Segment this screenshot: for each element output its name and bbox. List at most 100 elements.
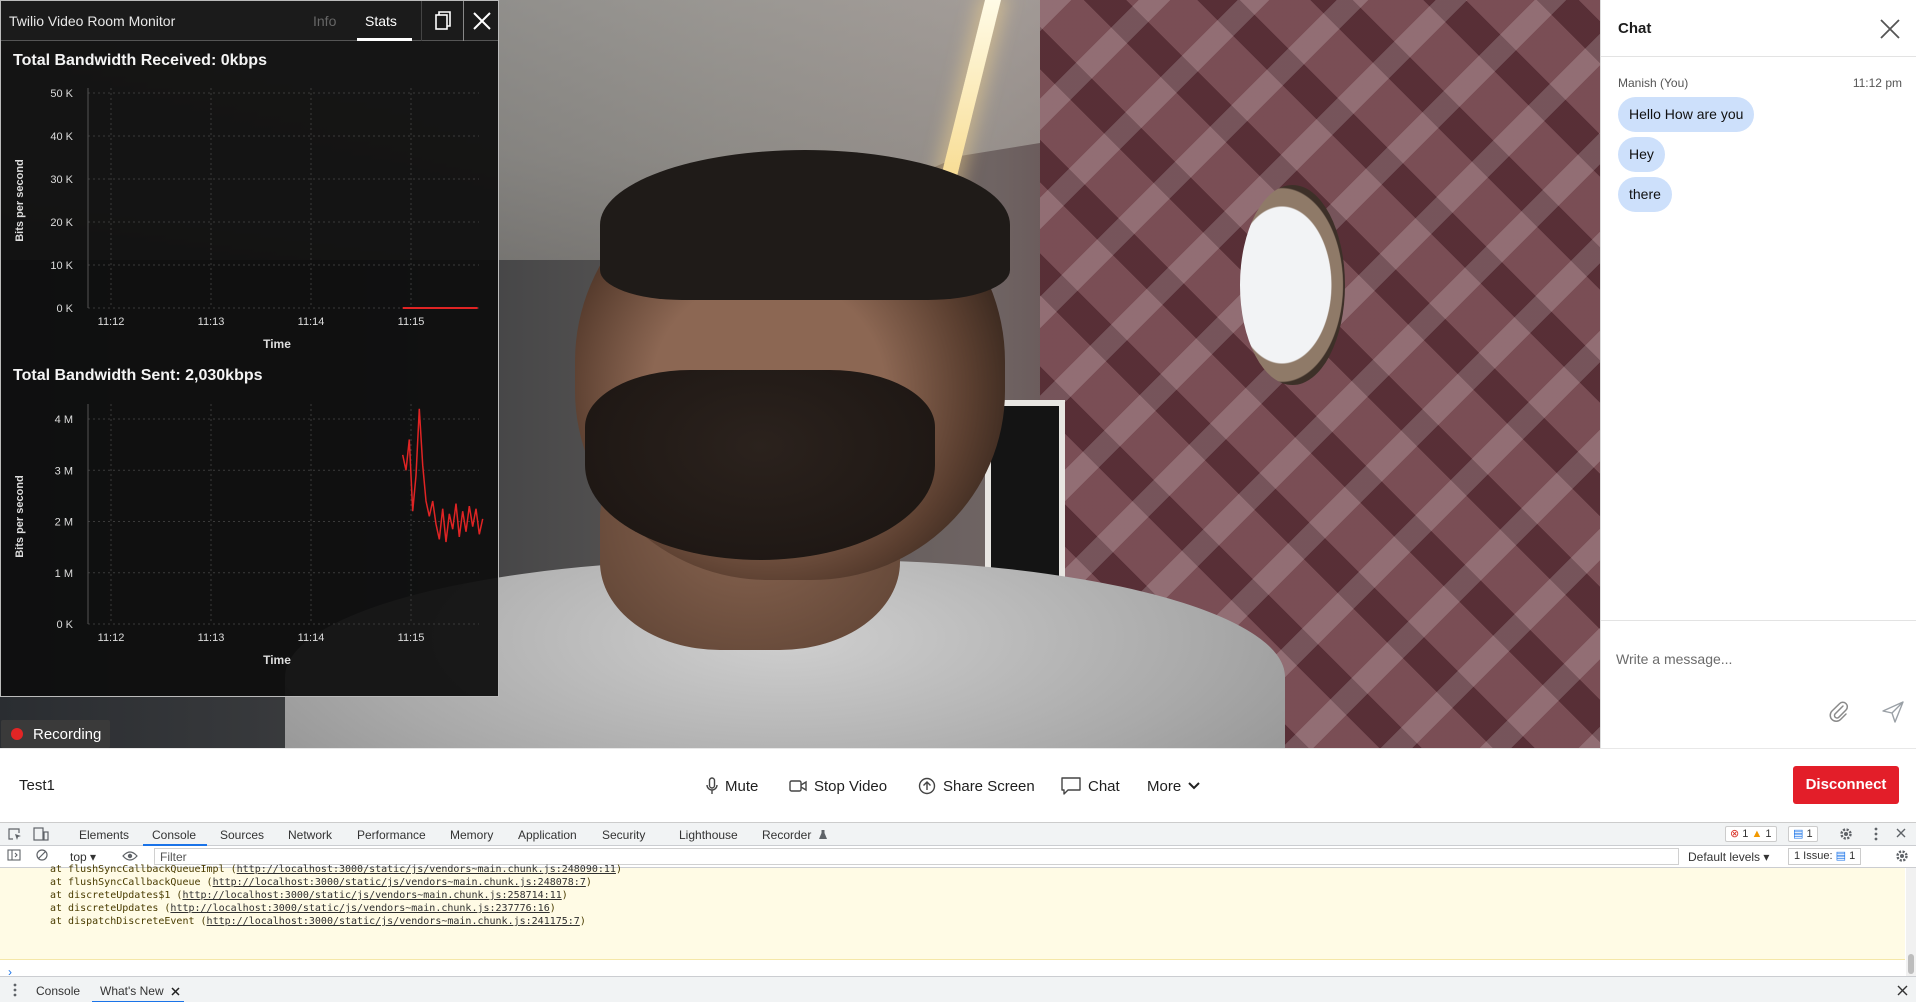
inspect-element-button[interactable] <box>7 827 23 841</box>
log-line-text: ) <box>615 864 622 875</box>
gear-icon <box>1896 850 1908 862</box>
message-count: 1 <box>1806 828 1813 840</box>
room-monitor-title: Twilio Video Room Monitor <box>9 13 176 29</box>
log-levels-dropdown[interactable]: Default levels ▾ <box>1688 850 1769 864</box>
y-tick-label: 20 K <box>50 217 73 229</box>
tab-stats[interactable]: Stats <box>365 13 397 29</box>
chat-toggle-button[interactable]: Chat <box>1061 775 1120 797</box>
more-label: More <box>1147 777 1182 795</box>
log-line-text: ) <box>579 916 586 927</box>
devtools-tab-application[interactable]: Application <box>518 828 577 842</box>
devtools-tab-security[interactable]: Security <box>602 828 645 842</box>
y-tick-label: 1 M <box>55 568 73 580</box>
context-selector[interactable]: top ▾ <box>70 850 96 864</box>
attach-file-button[interactable] <box>1827 700 1853 726</box>
share-screen-button[interactable]: Share Screen <box>918 775 1035 797</box>
devtools-tab-recorder[interactable]: Recorder <box>762 828 811 842</box>
clear-console-button[interactable] <box>36 849 52 863</box>
live-expression-button[interactable] <box>122 850 138 864</box>
devtools-close-button[interactable] <box>1895 827 1911 841</box>
devtools-tab-lighthouse[interactable]: Lighthouse <box>679 828 738 842</box>
message-timestamp: 11:12 pm <box>1852 76 1902 90</box>
console-settings-button[interactable] <box>1895 849 1911 863</box>
devtools-tab-console[interactable]: Console <box>152 828 196 842</box>
device-toolbar-button[interactable] <box>33 827 49 841</box>
send-message-button[interactable] <box>1881 700 1907 726</box>
chat-message-bubble: there <box>1618 177 1672 212</box>
recording-badge: Recording <box>1 720 110 748</box>
source-link[interactable]: http://localhost:3000/static/js/vendors~… <box>207 916 580 927</box>
log-line: at flushSyncCallbackQueue (http://localh… <box>50 877 592 888</box>
chat-message-bubble: Hey <box>1618 137 1665 172</box>
source-link[interactable]: http://localhost:3000/static/js/vendors~… <box>213 877 586 888</box>
mute-label: Mute <box>725 777 759 795</box>
video-wall-clock <box>1240 185 1345 385</box>
devtools-tab-memory[interactable]: Memory <box>450 828 493 842</box>
close-chat-button[interactable] <box>1877 16 1903 42</box>
issues-count: 1 <box>1849 850 1856 862</box>
recording-label: Recording <box>33 726 102 743</box>
toggle-sidebar-button[interactable] <box>7 849 23 863</box>
send-icon <box>1882 701 1904 723</box>
chat-divider <box>1601 620 1916 621</box>
eye-icon <box>122 851 138 861</box>
close-monitor-button[interactable] <box>463 1 499 41</box>
console-filter-input[interactable] <box>154 848 1679 865</box>
room-monitor-header: Twilio Video Room Monitor Info Stats <box>1 1 498 41</box>
error-count: 1 <box>1742 828 1749 840</box>
source-link[interactable]: http://localhost:3000/static/js/vendors~… <box>237 864 616 875</box>
caret-down-icon: ▾ <box>1763 850 1770 864</box>
y-tick-label: 3 M <box>55 465 73 477</box>
stop-video-button[interactable]: Stop Video <box>789 775 887 797</box>
recording-dot-icon <box>11 728 23 740</box>
warning-icon: ▲ <box>1751 828 1763 840</box>
close-icon[interactable] <box>1897 985 1908 996</box>
copy-button[interactable] <box>421 1 463 41</box>
sidebar-icon <box>7 849 21 861</box>
y-tick-label: 10 K <box>50 260 73 272</box>
y-tick-label: 4 M <box>55 414 73 426</box>
devtools-settings-button[interactable] <box>1839 827 1855 841</box>
x-axis-title: Time <box>263 337 291 351</box>
chat-message-input[interactable] <box>1616 641 1901 677</box>
warning-count: 1 <box>1765 828 1772 840</box>
devtools-tab-elements[interactable]: Elements <box>79 828 129 842</box>
disconnect-button[interactable]: Disconnect <box>1793 766 1899 804</box>
issues-button[interactable]: 1 Issue: ▤ 1 <box>1788 848 1862 865</box>
context-selector-value: top <box>70 850 87 864</box>
console-scrollbar[interactable] <box>1906 868 1916 978</box>
x-tick-label: 11:13 <box>198 632 225 644</box>
chat-message-bubble: Hello How are you <box>1618 97 1755 132</box>
device-mobile-icon <box>33 827 49 841</box>
devtools-more-button[interactable] <box>1868 827 1884 841</box>
mute-button[interactable]: Mute <box>706 775 758 797</box>
microphone-icon <box>706 777 718 794</box>
close-icon[interactable] <box>171 987 180 996</box>
console-scrollbar-thumb[interactable] <box>1908 954 1914 974</box>
console-issue-counts[interactable]: ⊗ 1 ▲ 1 <box>1725 826 1777 842</box>
kebab-menu-icon[interactable] <box>13 983 17 997</box>
x-tick-label: 11:12 <box>98 316 125 328</box>
devtools-tab-network[interactable]: Network <box>288 828 332 842</box>
message-author: Manish (You) <box>1618 76 1689 90</box>
x-tick-label: 11:15 <box>398 632 425 644</box>
source-link[interactable]: http://localhost:3000/static/js/vendors~… <box>182 890 561 901</box>
x-tick-label: 11:13 <box>198 316 225 328</box>
source-link[interactable]: http://localhost:3000/static/js/vendors~… <box>170 903 549 914</box>
devtools-tab-performance[interactable]: Performance <box>357 828 426 842</box>
console-message-count[interactable]: ▤ 1 <box>1788 826 1818 842</box>
inspect-cursor-icon <box>8 828 21 840</box>
chat-header: Chat <box>1601 0 1916 57</box>
paperclip-icon <box>1829 701 1849 722</box>
devtools-tab-sources[interactable]: Sources <box>220 828 264 842</box>
issues-label: 1 Issue: <box>1794 850 1833 862</box>
chat-bubble-icon <box>1061 777 1081 795</box>
x-tick-label: 11:14 <box>298 632 325 644</box>
drawer-tab-console[interactable]: Console <box>36 984 80 998</box>
log-line: at dispatchDiscreteEvent (http://localho… <box>50 916 586 927</box>
log-line: at discreteUpdates (http://localhost:300… <box>50 903 556 914</box>
drawer-tab-whats-new[interactable]: What's New <box>100 984 164 998</box>
log-line-text: at flushSyncCallbackQueueImpl ( <box>50 864 237 875</box>
tab-info[interactable]: Info <box>313 13 336 29</box>
more-menu-button[interactable]: More <box>1147 775 1200 797</box>
